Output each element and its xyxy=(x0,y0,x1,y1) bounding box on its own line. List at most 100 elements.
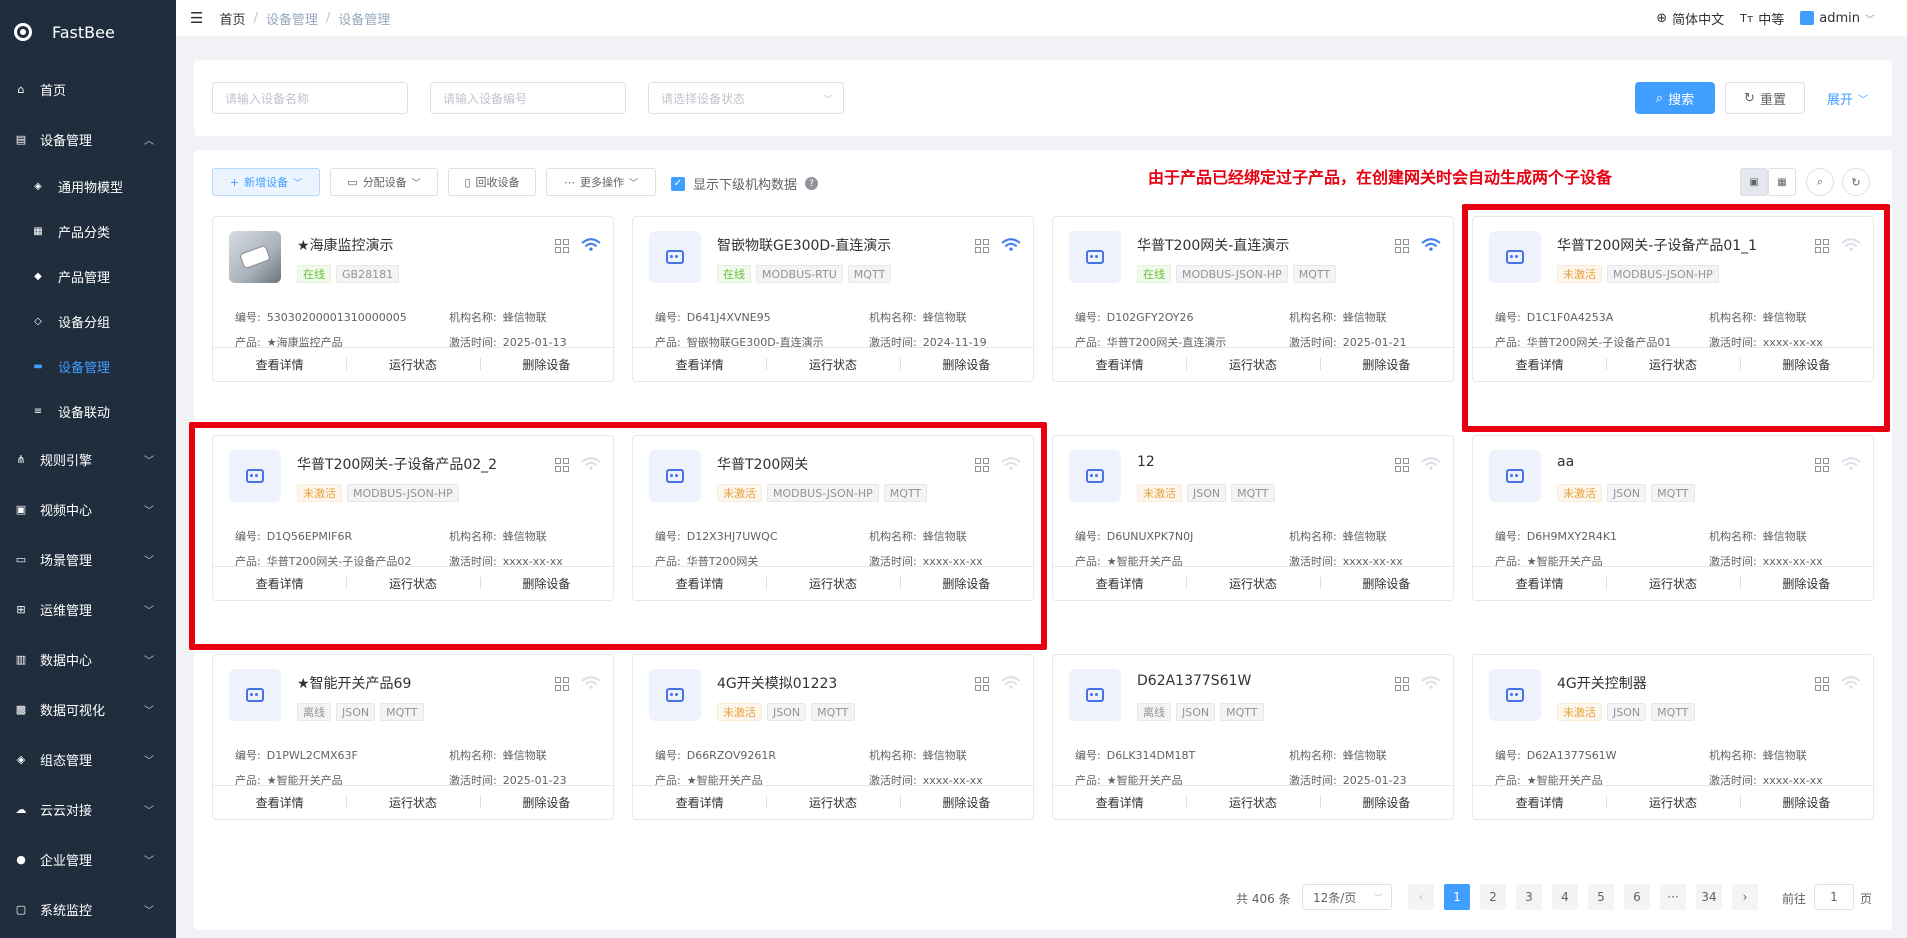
delete-device-button[interactable]: 删除设备 xyxy=(1739,794,1873,811)
show-sub-org-checkbox[interactable]: ✓ 显示下级机构数据 ? xyxy=(671,174,819,193)
device-card[interactable]: 4G开关模拟01223 未激活 JSON MQTT 编号: D66RZOV9261R 机构名… xyxy=(632,654,1034,820)
sidebar-item-enterprise[interactable]: ● 企业管理 ﹀ xyxy=(0,834,176,884)
device-card[interactable]: 4G开关控制器 未激活 JSON MQTT 编号: D62A1377S61W 机构名称: 蜂信… xyxy=(1472,654,1874,820)
search-button[interactable]: ⌕ 搜索 xyxy=(1635,82,1715,114)
add-device-button[interactable]: + 新增设备 ﹀ xyxy=(212,168,320,196)
sidebar-item-device-management[interactable]: ▤ 设备管理 ︿ xyxy=(0,114,176,164)
app-logo[interactable]: FastBee xyxy=(0,0,176,64)
device-card[interactable]: D62A1377S61W 离线 JSON MQTT 编号: D6LK314DM18T 机构名… xyxy=(1052,654,1454,820)
view-detail-button[interactable]: 查看详情 xyxy=(1473,575,1606,592)
delete-device-button[interactable]: 删除设备 xyxy=(1319,575,1453,592)
prev-page-button[interactable]: ‹ xyxy=(1408,884,1434,910)
sidebar-item-ops[interactable]: ⊞ 运维管理 ﹀ xyxy=(0,584,176,634)
page-button[interactable]: 34 xyxy=(1696,884,1722,910)
sidebar-item-video[interactable]: ▣ 视频中心 ﹀ xyxy=(0,484,176,534)
run-status-button[interactable]: 运行状态 xyxy=(766,356,899,373)
run-status-button[interactable]: 运行状态 xyxy=(346,794,479,811)
view-detail-button[interactable]: 查看详情 xyxy=(1053,575,1186,592)
delete-device-button[interactable]: 删除设备 xyxy=(479,575,613,592)
view-detail-button[interactable]: 查看详情 xyxy=(1473,794,1606,811)
view-detail-button[interactable]: 查看详情 xyxy=(213,575,346,592)
page-button[interactable]: 4 xyxy=(1552,884,1578,910)
assign-device-button[interactable]: ▭ 分配设备 ﹀ xyxy=(330,168,438,196)
page-button[interactable]: 1 xyxy=(1444,884,1470,910)
more-actions-button[interactable]: ⋯ 更多操作 ﹀ xyxy=(546,168,656,196)
page-button[interactable]: 3 xyxy=(1516,884,1542,910)
page-button[interactable]: 6 xyxy=(1624,884,1650,910)
view-detail-button[interactable]: 查看详情 xyxy=(213,794,346,811)
sidebar-subitem-device-group[interactable]: ◇ 设备分组 xyxy=(0,299,176,344)
delete-device-button[interactable]: 删除设备 xyxy=(899,356,1033,373)
run-status-button[interactable]: 运行状态 xyxy=(1606,575,1739,592)
view-detail-button[interactable]: 查看详情 xyxy=(633,575,766,592)
sidebar-subitem-thing-model[interactable]: ◈ 通用物模型 xyxy=(0,164,176,209)
view-detail-button[interactable]: 查看详情 xyxy=(1053,794,1186,811)
delete-device-button[interactable]: 删除设备 xyxy=(1739,356,1873,373)
sidebar-item-rules[interactable]: ⋔ 规则引擎 ﹀ xyxy=(0,434,176,484)
goto-page-input[interactable]: 1 xyxy=(1814,884,1854,910)
qrcode-icon[interactable] xyxy=(975,239,989,253)
run-status-button[interactable]: 运行状态 xyxy=(1606,794,1739,811)
view-detail-button[interactable]: 查看详情 xyxy=(1053,356,1186,373)
page-ellipsis-button[interactable]: ··· xyxy=(1660,884,1686,910)
sidebar-subitem-device-list[interactable]: ▬ 设备管理 xyxy=(0,344,176,389)
delete-device-button[interactable]: 删除设备 xyxy=(899,575,1033,592)
device-name-input[interactable]: 请输入设备名称 xyxy=(212,82,408,114)
search-toggle-button[interactable]: ⌕ xyxy=(1806,168,1834,196)
sidebar-item-scene[interactable]: ▭ 场景管理 ﹀ xyxy=(0,534,176,584)
delete-device-button[interactable]: 删除设备 xyxy=(1319,356,1453,373)
delete-device-button[interactable]: 删除设备 xyxy=(899,794,1033,811)
sidebar-item-configuration[interactable]: ◈ 组态管理 ﹀ xyxy=(0,734,176,784)
run-status-button[interactable]: 运行状态 xyxy=(766,575,899,592)
qrcode-icon[interactable] xyxy=(1815,239,1829,253)
run-status-button[interactable]: 运行状态 xyxy=(1186,794,1319,811)
page-button[interactable]: 5 xyxy=(1588,884,1614,910)
page-button[interactable]: 2 xyxy=(1480,884,1506,910)
view-detail-button[interactable]: 查看详情 xyxy=(633,356,766,373)
sidebar-subitem-product-category[interactable]: ▦ 产品分类 xyxy=(0,209,176,254)
sidebar-item-cloud[interactable]: ☁ 云云对接 ﹀ xyxy=(0,784,176,834)
qrcode-icon[interactable] xyxy=(555,677,569,691)
sidebar-item-monitor[interactable]: ▢ 系统监控 ﹀ xyxy=(0,884,176,934)
run-status-button[interactable]: 运行状态 xyxy=(1606,356,1739,373)
view-detail-button[interactable]: 查看详情 xyxy=(633,794,766,811)
qrcode-icon[interactable] xyxy=(975,677,989,691)
device-card[interactable]: 华普T200网关-子设备产品01_1 未激活 MODBUS-JSON-HP 编号: D1… xyxy=(1472,216,1874,382)
view-detail-button[interactable]: 查看详情 xyxy=(1473,356,1606,373)
sidebar-item-home[interactable]: ⌂ 首页 xyxy=(0,64,176,114)
font-size-switcher[interactable]: Tт 中等 xyxy=(1740,9,1784,28)
sidebar-subitem-product-management[interactable]: ◆ 产品管理 xyxy=(0,254,176,299)
device-card[interactable]: aa 未激活 JSON MQTT 编号: D6H9MXY2R4K1 机构名称: 蜂信物联 产品:… xyxy=(1472,435,1874,601)
device-card[interactable]: ★海康监控演示 在线 GB28181 编号: 53030200001310000005 机… xyxy=(212,216,614,382)
run-status-button[interactable]: 运行状态 xyxy=(346,356,479,373)
qrcode-icon[interactable] xyxy=(1815,677,1829,691)
qrcode-icon[interactable] xyxy=(1395,677,1409,691)
run-status-button[interactable]: 运行状态 xyxy=(1186,575,1319,592)
device-card[interactable]: 华普T200网关-子设备产品02_2 未激活 MODBUS-JSON-HP 编号: D1… xyxy=(212,435,614,601)
refresh-button[interactable]: ↻ xyxy=(1842,168,1870,196)
qrcode-icon[interactable] xyxy=(555,458,569,472)
breadcrumb-home[interactable]: 首页 xyxy=(219,9,245,28)
language-switcher[interactable]: ⊕ 简体中文 xyxy=(1656,9,1724,28)
delete-device-button[interactable]: 删除设备 xyxy=(1739,575,1873,592)
page-size-select[interactable]: 12条/页 ﹀ xyxy=(1302,884,1392,910)
grid-view-toggle[interactable]: ▦ xyxy=(1768,168,1796,196)
user-menu[interactable]: admin ﹀ xyxy=(1800,11,1875,26)
help-icon[interactable]: ? xyxy=(805,177,819,190)
delete-device-button[interactable]: 删除设备 xyxy=(479,356,613,373)
run-status-button[interactable]: 运行状态 xyxy=(766,794,899,811)
qrcode-icon[interactable] xyxy=(1395,239,1409,253)
delete-device-button[interactable]: 删除设备 xyxy=(1319,794,1453,811)
device-status-select[interactable]: 请选择设备状态 ﹀ xyxy=(648,82,844,114)
device-card[interactable]: 12 未激活 JSON MQTT 编号: D6UNUXPK7N0J 机构名称: 蜂信物联 产品:… xyxy=(1052,435,1454,601)
device-card[interactable]: 智嵌物联GE300D-直连演示 在线 MODBUS-RTU MQTT 编号: D641J4… xyxy=(632,216,1034,382)
reset-button[interactable]: ↻ 重置 xyxy=(1725,82,1805,114)
recycle-device-button[interactable]: ▯ 回收设备 xyxy=(448,168,536,196)
device-serial-input[interactable]: 请输入设备编号 xyxy=(430,82,626,114)
sidebar-subitem-device-linkage[interactable]: ≡ 设备联动 xyxy=(0,389,176,434)
delete-device-button[interactable]: 删除设备 xyxy=(479,794,613,811)
expand-link[interactable]: 展开 ﹀ xyxy=(1827,89,1868,108)
run-status-button[interactable]: 运行状态 xyxy=(346,575,479,592)
qrcode-icon[interactable] xyxy=(975,458,989,472)
device-card[interactable]: 华普T200网关-直连演示 在线 MODBUS-JSON-HP MQTT 编号: D102… xyxy=(1052,216,1454,382)
